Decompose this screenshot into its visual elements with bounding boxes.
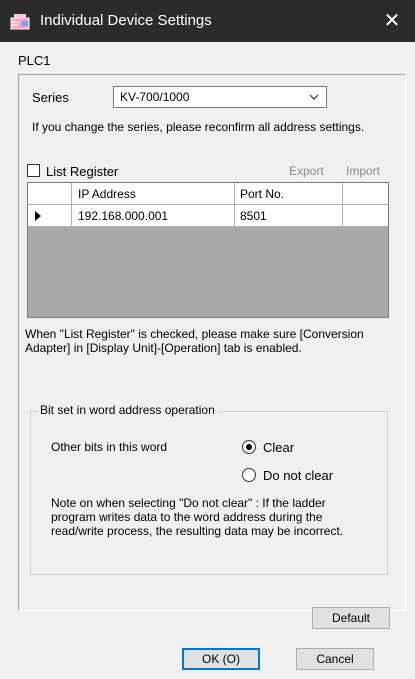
- window-title: Individual Device Settings: [40, 12, 212, 29]
- column-header-ip-address[interactable]: IP Address: [78, 187, 136, 201]
- device-name-label: PLC1: [18, 53, 51, 68]
- do-not-clear-note: Note on when selecting "Do not clear" : …: [51, 496, 344, 538]
- list-register-note: When "List Register" is checked, please …: [25, 327, 364, 355]
- column-divider: [71, 205, 72, 226]
- chevron-down-icon: [309, 94, 319, 100]
- title-bar: Individual Device Settings ✕: [0, 0, 415, 42]
- series-label: Series: [32, 90, 69, 105]
- clear-radio-label[interactable]: Clear: [263, 440, 294, 455]
- column-divider: [234, 205, 235, 226]
- column-divider: [342, 183, 343, 204]
- column-header-port-no[interactable]: Port No.: [240, 187, 284, 201]
- port-no-cell[interactable]: 8501: [240, 209, 267, 223]
- cancel-button[interactable]: Cancel: [296, 648, 374, 670]
- series-change-note: If you change the series, please reconfi…: [32, 120, 365, 134]
- list-register-checkbox[interactable]: [27, 164, 40, 177]
- clear-radio[interactable]: [242, 440, 256, 454]
- ok-button[interactable]: OK (O): [182, 648, 260, 670]
- bit-set-group-title: Bit set in word address operation: [38, 403, 217, 417]
- import-button[interactable]: Import: [346, 164, 380, 178]
- list-register-label[interactable]: List Register: [46, 164, 118, 179]
- series-selected-value: KV-700/1000: [120, 90, 190, 104]
- default-button[interactable]: Default: [312, 607, 390, 629]
- other-bits-label: Other bits in this word: [51, 440, 168, 454]
- series-dropdown[interactable]: KV-700/1000: [113, 86, 327, 108]
- radio-selected-dot: [246, 444, 252, 450]
- column-divider: [342, 205, 343, 226]
- export-button[interactable]: Export: [289, 164, 324, 178]
- column-divider: [71, 183, 72, 204]
- close-icon[interactable]: ✕: [379, 6, 405, 36]
- do-not-clear-radio[interactable]: [242, 468, 256, 482]
- column-divider: [234, 183, 235, 204]
- table-header: IP Address Port No.: [28, 183, 388, 205]
- bit-set-group: [30, 411, 388, 575]
- ip-address-cell[interactable]: 192.168.000.001: [78, 209, 168, 223]
- ip-address-table[interactable]: IP Address Port No. 192.168.000.001 8501: [27, 182, 389, 318]
- do-not-clear-radio-label[interactable]: Do not clear: [263, 468, 333, 483]
- device-settings-icon: [10, 14, 30, 30]
- table-row[interactable]: 192.168.000.001 8501: [28, 205, 388, 227]
- current-row-indicator-icon: [35, 211, 41, 221]
